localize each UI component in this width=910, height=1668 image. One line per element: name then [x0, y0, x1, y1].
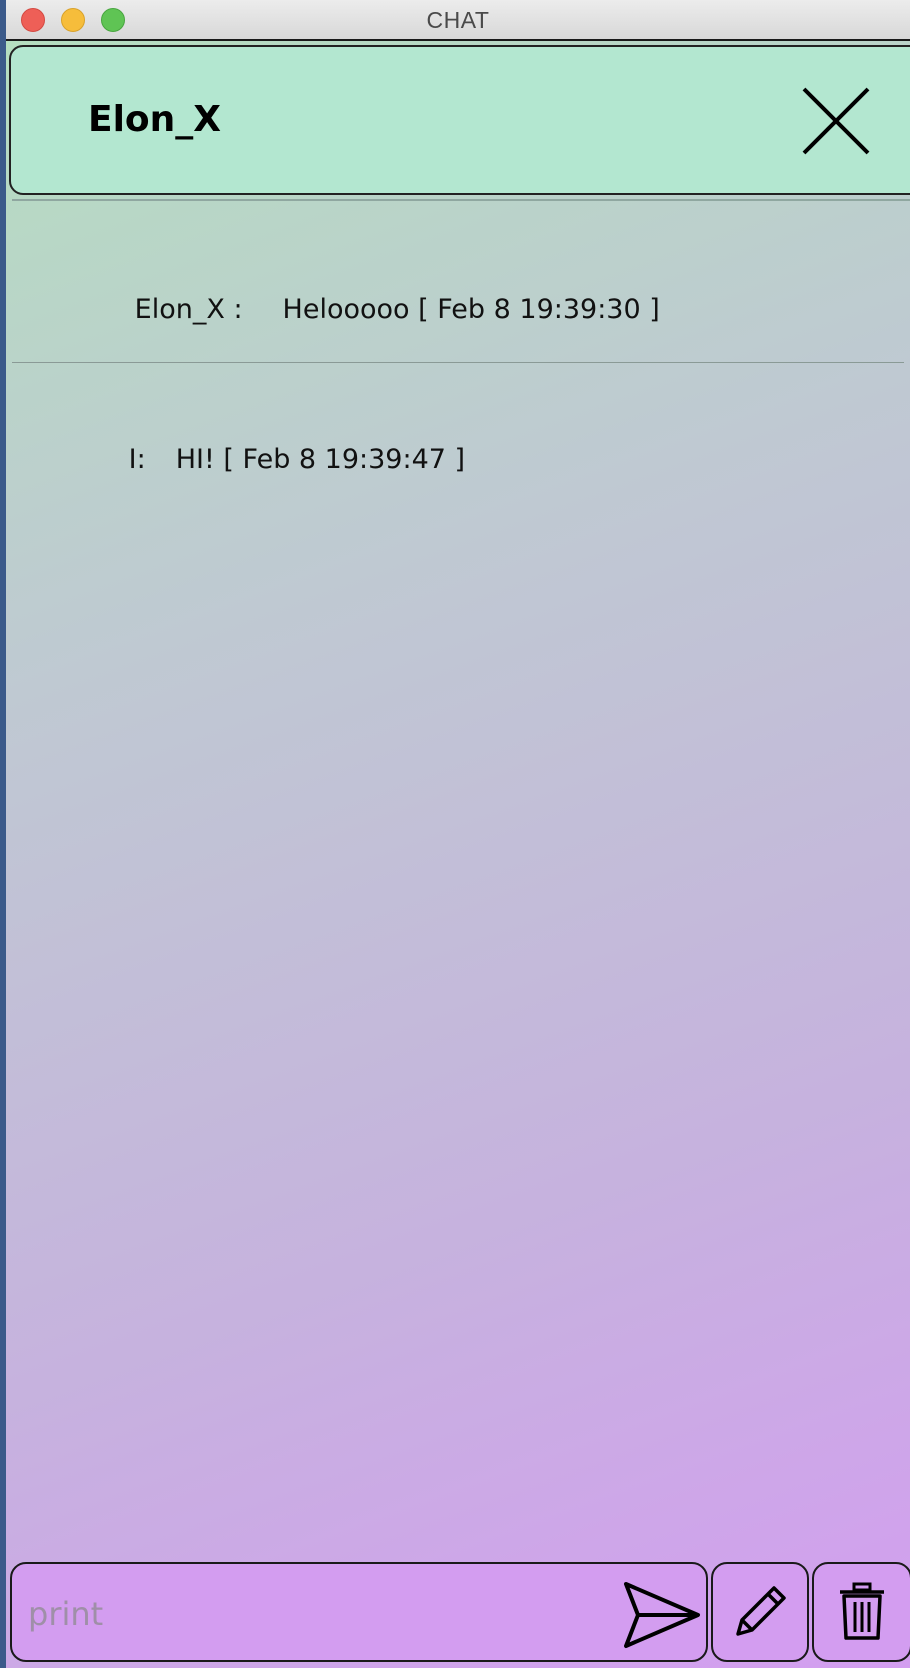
message-input-box [10, 1562, 708, 1662]
message-text: HI! [ Feb 8 19:39:47 ] [175, 444, 466, 475]
edit-button[interactable] [711, 1562, 809, 1662]
window-title: CHAT [426, 7, 490, 33]
close-chat-button[interactable] [800, 85, 872, 157]
message-input[interactable] [26, 1590, 590, 1638]
pencil-icon [736, 1586, 786, 1636]
chat-window: CHAT Elon_X Elon_X : Helooooo [ Feb 8 19:… [6, 0, 910, 1668]
message-sender: Elon_X : [134, 294, 243, 325]
composer [10, 1562, 910, 1662]
title-bar: CHAT [6, 0, 910, 41]
message-sender: I: [128, 444, 146, 475]
send-icon [624, 1582, 700, 1648]
delete-button[interactable] [812, 1562, 910, 1662]
close-x-icon [802, 87, 870, 155]
message-item: I: HI! [ Feb 8 19:39:47 ] [6, 363, 910, 475]
trash-icon [840, 1582, 884, 1640]
message-text: Helooooo [ Feb 8 19:39:30 ] [282, 294, 660, 325]
contact-name: Elon_X [88, 99, 222, 140]
chat-header: Elon_X [9, 45, 910, 195]
send-button[interactable] [622, 1580, 702, 1650]
message-list: Elon_X : Helooooo [ Feb 8 19:39:30 ] I: HI… [6, 201, 910, 475]
message-item: Elon_X : Helooooo [ Feb 8 19:39:30 ] [12, 201, 904, 363]
